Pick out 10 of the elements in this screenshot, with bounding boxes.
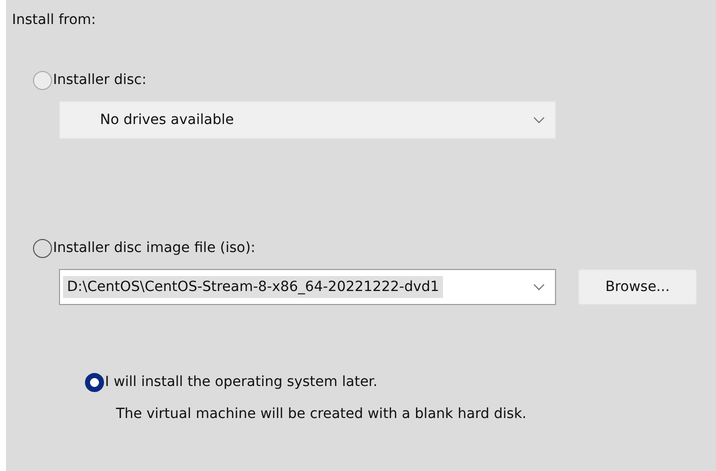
dropdown-field[interactable]: D:\CentOS\CentOS-Stream-8-x86_64-20221222-dvd1 [59,269,556,305]
description-text: The virtual machine will be created with a blank hard disk. [116,406,528,422]
chevron-down-icon [533,116,545,124]
browse-button[interactable]: Browse... [578,269,697,305]
radio-button[interactable] [33,238,52,258]
radio-option[interactable]: I will install the operating system later. [85,370,378,394]
section-heading: Install from: [12,12,97,30]
radio-button[interactable] [85,372,104,392]
radio-option[interactable]: Installer disc image file (iso): [33,236,256,260]
chevron-down-icon [533,283,545,291]
